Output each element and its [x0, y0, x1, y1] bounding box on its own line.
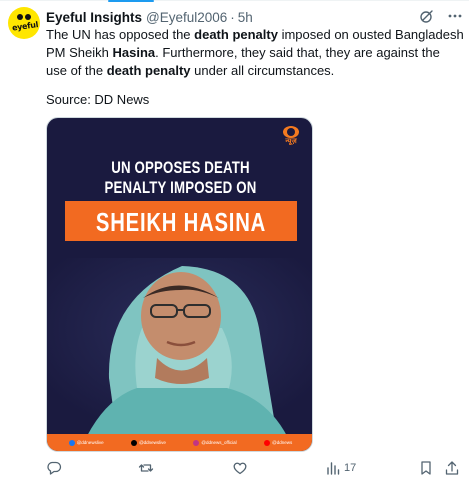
- bookmark-icon: [421, 461, 431, 475]
- tweet-text-segment: under all circumstances.: [190, 63, 335, 78]
- social-instagram: @ddnews_official: [193, 439, 237, 446]
- avatar[interactable]: eyeful: [8, 7, 40, 39]
- tweet-text-bold: death penalty: [106, 63, 191, 78]
- tweet[interactable]: eyeful Eyeful Insights @Eyeful2006 · 5h …: [0, 0, 469, 482]
- like-icon: [233, 462, 247, 475]
- author-handle[interactable]: @Eyeful2006: [146, 10, 227, 25]
- social-youtube: @ddnews: [264, 439, 292, 446]
- tweet-text-segment: The UN has opposed the: [46, 27, 195, 42]
- bookmark-button[interactable]: [418, 458, 434, 478]
- reply-button[interactable]: [46, 458, 62, 478]
- tweet-text-bold: death penalty: [194, 27, 278, 42]
- author-name[interactable]: Eyeful Insights: [46, 10, 142, 25]
- tweet-timestamp[interactable]: 5h: [238, 10, 253, 25]
- tweet-actions: 17: [46, 458, 464, 478]
- media-headline-line2: PENALTY IMPOSED ON: [104, 178, 257, 197]
- dd-logo-text: न्यूज़: [285, 138, 297, 145]
- views-count: 17: [344, 462, 357, 474]
- tweet-text: The UN has opposed the death penalty imp…: [46, 26, 464, 80]
- portrait-image: [47, 258, 312, 436]
- social-x: @ddnewslive: [131, 439, 166, 446]
- like-button[interactable]: [232, 458, 248, 478]
- retweet-icon: [138, 464, 154, 472]
- more-icon[interactable]: [447, 8, 463, 24]
- reply-icon: [47, 461, 62, 475]
- avatar-eye-left: [17, 14, 23, 20]
- tweet-source: Source: DD News: [46, 92, 150, 107]
- share-button[interactable]: [444, 458, 460, 478]
- header-actions: [419, 8, 463, 24]
- views-icon: [327, 462, 340, 475]
- views-button[interactable]: 17: [326, 458, 356, 478]
- tweet-header: Eyeful Insights @Eyeful2006 · 5h: [46, 8, 253, 26]
- header-separator: ·: [230, 9, 235, 25]
- tweet-text-bold: Hasina: [112, 45, 156, 60]
- avatar-wordmark: eyeful: [11, 20, 39, 33]
- media-banner: SHEIKH HASINA: [65, 201, 297, 241]
- social-facebook: @ddnewslive: [68, 439, 104, 446]
- dd-news-logo: न्यूज़: [280, 126, 302, 146]
- media-headline-line1: UN OPPOSES DEATH: [111, 158, 250, 177]
- avatar-eye-right: [25, 14, 31, 20]
- media-banner-text: SHEIKH HASINA: [95, 207, 267, 237]
- retweet-button[interactable]: [138, 458, 154, 478]
- grok-icon[interactable]: [419, 8, 435, 24]
- media-social-bar: @ddnewslive @ddnewslive @ddnews_official…: [47, 434, 312, 451]
- share-icon: [445, 461, 459, 475]
- tweet-media[interactable]: न्यूज़ UN OPPOSES DEATH PENALTY IMPOSED …: [46, 117, 313, 452]
